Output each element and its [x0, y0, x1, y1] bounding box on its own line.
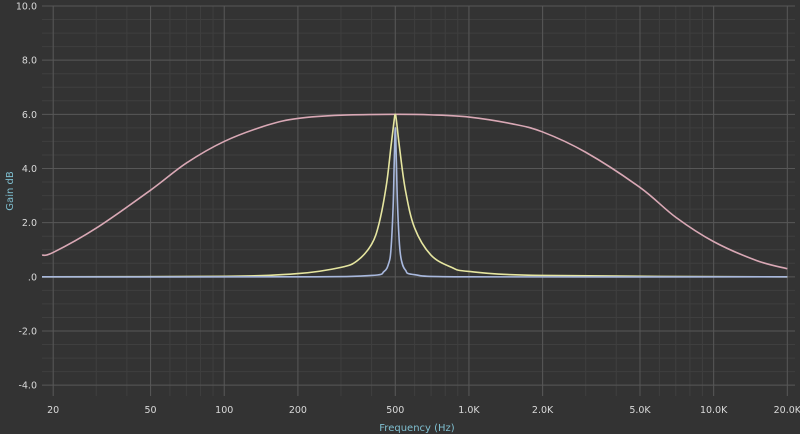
x-tick-label: 1.0K: [458, 405, 480, 416]
y-tick-label: 10.0: [16, 2, 37, 13]
frequency-response-chart: 20 50 100 200 500 1.0K 2.0K 5.0K 10.0K 20.0K 10.0 8…: [0, 0, 800, 434]
y-axis-label: Gain dB: [5, 171, 16, 211]
x-axis-label: Frequency (Hz): [379, 423, 455, 434]
y-tick-label: 4.0: [22, 164, 37, 175]
y-tick-label: 2.0: [22, 218, 37, 229]
x-tick-label: 2.0K: [532, 405, 554, 416]
y-tick-label: 6.0: [22, 110, 37, 121]
x-tick-label: 100: [215, 405, 233, 416]
x-tick-label: 500: [386, 405, 404, 416]
y-tick-label: -2.0: [18, 327, 37, 338]
x-tick-label: 10.0K: [700, 405, 728, 416]
x-tick-label: 20.0K: [774, 405, 800, 416]
chart-background: [0, 0, 800, 434]
y-tick-label: -4.0: [18, 381, 37, 392]
x-tick-label: 200: [289, 405, 307, 416]
x-tick-label: 20: [47, 405, 59, 416]
y-tick-label: 8.0: [22, 56, 37, 67]
x-tick-label: 5.0K: [629, 405, 651, 416]
y-tick-label: .0: [28, 272, 37, 283]
x-tick-label: 50: [145, 405, 157, 416]
